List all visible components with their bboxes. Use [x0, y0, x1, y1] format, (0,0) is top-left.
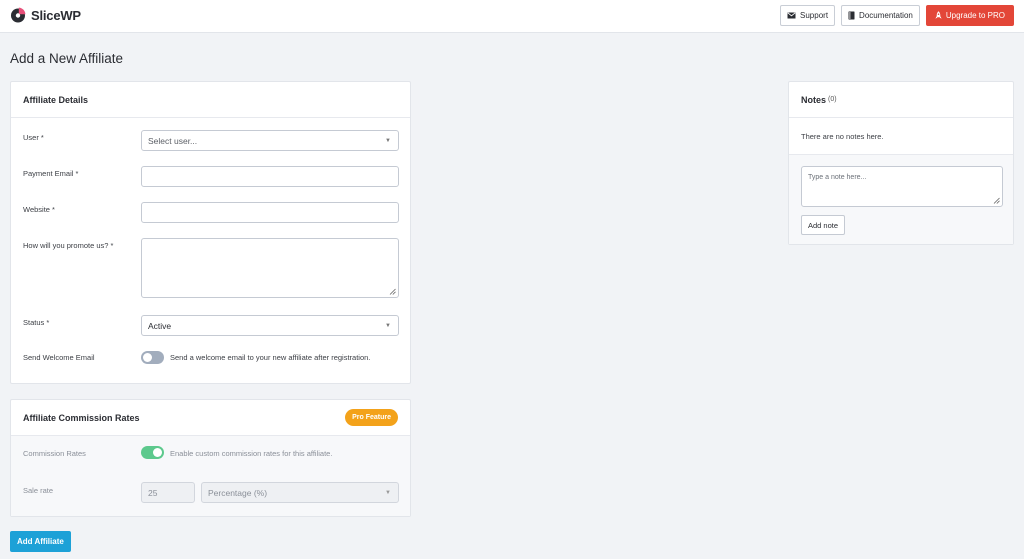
documentation-label: Documentation [859, 11, 913, 20]
promote-textarea[interactable] [141, 238, 399, 298]
user-label: User * [23, 133, 44, 142]
support-label: Support [800, 11, 829, 20]
payment-email-input[interactable] [141, 166, 399, 187]
commission-rates-title: Affiliate Commission Rates [23, 412, 140, 423]
commission-rates-toggle[interactable] [141, 446, 164, 459]
status-select[interactable]: Active ▼ [141, 315, 399, 336]
add-note-button[interactable]: Add note [801, 215, 846, 235]
sale-rate-label: Sale rate [23, 486, 54, 495]
notes-count: (0) [828, 96, 837, 103]
notes-title: Notes [801, 94, 827, 105]
status-label: Status * [23, 318, 50, 327]
welcome-email-toggle[interactable] [141, 351, 164, 364]
chevron-down-icon: ▼ [385, 489, 391, 496]
commission-rates-header: Affiliate Commission Rates Pro Feature [11, 400, 410, 436]
documentation-button[interactable]: Documentation [841, 5, 920, 26]
notes-footer: Type a note here... Add note [789, 154, 1013, 244]
website-input[interactable] [141, 202, 399, 223]
upgrade-label: Upgrade to PRO [945, 11, 1005, 20]
add-affiliate-button[interactable]: Add Affiliate [10, 531, 71, 552]
sale-rate-input[interactable]: 25 [141, 482, 195, 503]
app-name: SliceWP [31, 7, 81, 23]
sale-rate-type-select[interactable]: Percentage (%) ▼ [201, 482, 399, 503]
affiliate-details-card: Affiliate Details User * Select user... … [10, 81, 411, 384]
chevron-down-icon: ▼ [385, 137, 391, 144]
payment-email-label: Payment Email * [23, 169, 79, 178]
user-select[interactable]: Select user... ▼ [141, 130, 399, 151]
toggle-knob [143, 353, 152, 362]
commission-rates-card: Affiliate Commission Rates Pro Feature C… [10, 399, 411, 517]
notes-empty-message: There are no notes here. [801, 132, 884, 141]
notes-header: Notes (0) [789, 82, 1013, 118]
user-select-value: Select user... [148, 135, 198, 146]
book-icon [848, 11, 855, 20]
commission-rates-body: Commission Rates Enable custom commissio… [11, 436, 410, 516]
pro-feature-badge[interactable]: Pro Feature [345, 409, 398, 426]
website-label: Website * [23, 205, 55, 214]
app-logo[interactable]: SliceWP [10, 7, 81, 23]
resize-grip-icon[interactable] [993, 197, 1000, 204]
notes-card: Notes (0) There are no notes here. Type … [788, 81, 1014, 245]
rocket-icon [935, 11, 942, 20]
support-button[interactable]: Support [780, 5, 836, 26]
resize-grip-icon[interactable] [389, 288, 396, 295]
sale-rate-type-value: Percentage (%) [208, 487, 268, 498]
welcome-email-label: Send Welcome Email [23, 353, 95, 362]
envelope-icon [787, 12, 796, 19]
status-select-value: Active [148, 320, 172, 331]
commission-rates-label: Commission Rates [23, 449, 86, 458]
affiliate-details-title: Affiliate Details [11, 82, 410, 118]
note-placeholder: Type a note here... [808, 174, 867, 181]
commission-rates-description: Enable custom commission rates for this … [170, 449, 333, 458]
promote-label: How will you promote us? * [23, 241, 114, 250]
page-title: Add a New Affiliate [10, 51, 124, 66]
chevron-down-icon: ▼ [385, 322, 391, 329]
top-bar: SliceWP Support Documentation Upgrade to… [0, 0, 1024, 33]
welcome-email-description: Send a welcome email to your new affilia… [170, 353, 371, 362]
top-actions: Support Documentation Upgrade to PRO [780, 5, 1014, 26]
slicewp-logo-icon [11, 7, 26, 23]
toggle-knob [153, 448, 162, 457]
upgrade-to-pro-button[interactable]: Upgrade to PRO [925, 5, 1014, 26]
note-textarea[interactable]: Type a note here... [801, 166, 1003, 207]
